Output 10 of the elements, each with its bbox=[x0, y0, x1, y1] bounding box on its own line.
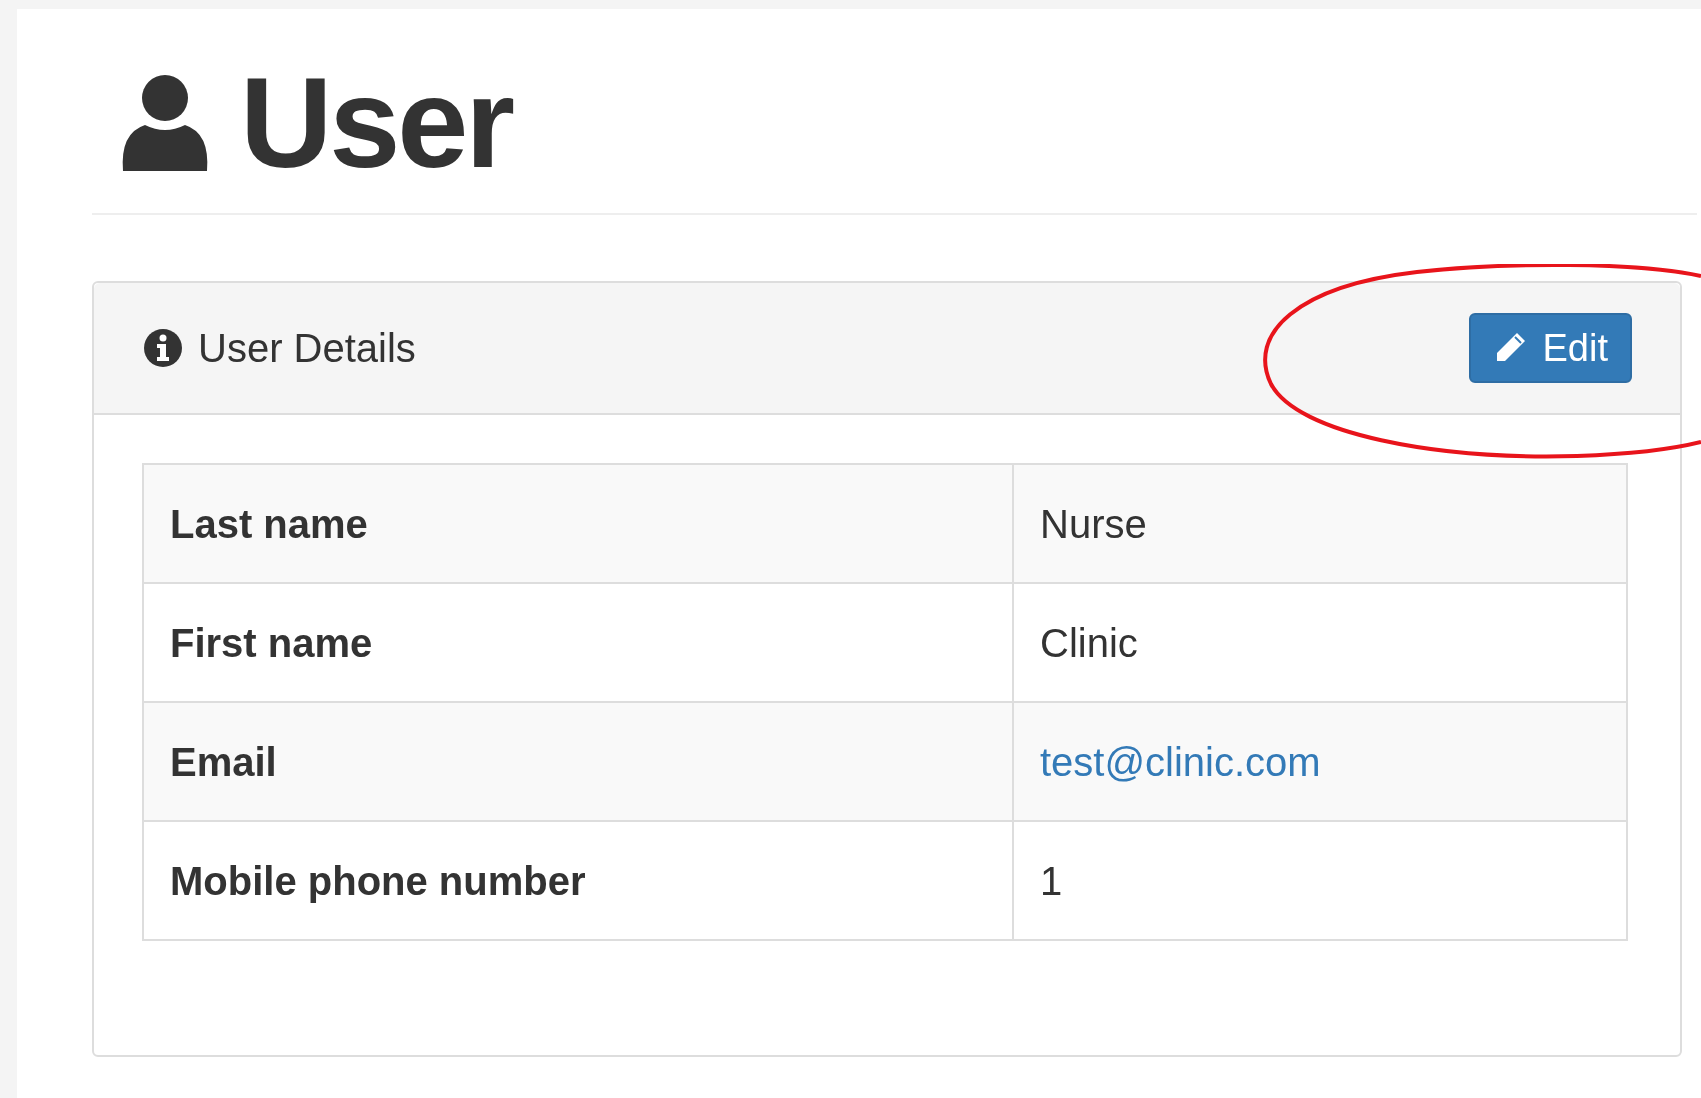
info-icon bbox=[144, 329, 182, 367]
user-icon bbox=[120, 73, 210, 173]
edit-button[interactable]: Edit bbox=[1468, 313, 1632, 383]
field-value: Clinic bbox=[1013, 583, 1627, 702]
email-link[interactable]: test@clinic.com bbox=[1040, 739, 1321, 784]
field-value: 1 bbox=[1013, 821, 1627, 940]
panel-title: User Details bbox=[198, 325, 416, 372]
page-title: User bbox=[240, 59, 512, 187]
field-label: Mobile phone number bbox=[143, 821, 1013, 940]
field-value: Nurse bbox=[1013, 464, 1627, 583]
